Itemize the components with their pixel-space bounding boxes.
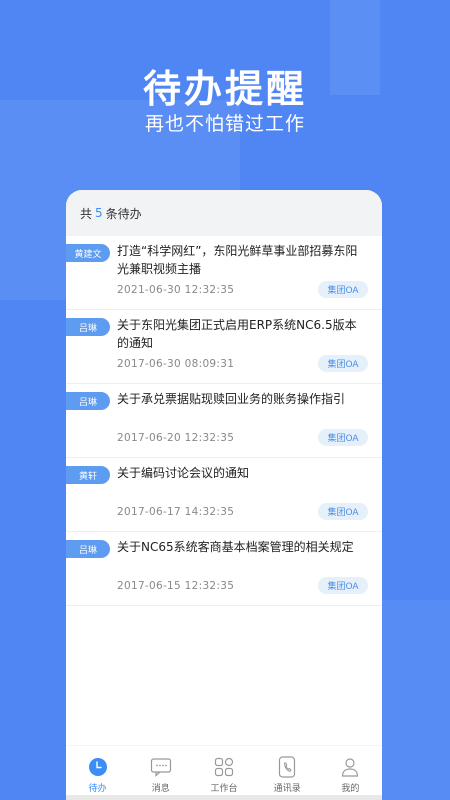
- tab-label: 工作台: [210, 784, 238, 794]
- source-badge: 集团OA: [318, 429, 368, 446]
- source-badge: 集团OA: [318, 281, 368, 298]
- todo-count-bar: 共 5 条待办: [66, 190, 382, 236]
- tab-label: 消息: [151, 784, 170, 794]
- profile-person-icon: [339, 756, 361, 778]
- todo-count: 5: [95, 206, 103, 220]
- todo-title: 关于NC65系统客商基本档案管理的相关规定: [117, 540, 354, 554]
- source-badge: 集团OA: [318, 577, 368, 594]
- todo-item[interactable]: 吕琳 关于东阳光集团正式启用ERP系统NC6.5版本的通知 2017-06-30…: [66, 310, 382, 384]
- sender-tag: 黄轩: [66, 466, 110, 484]
- todo-list: 黄建文 打造“科学网红”，东阳光鲜草事业部招募东阳光兼职视频主播 2021-06…: [66, 236, 382, 606]
- count-prefix: 共: [80, 206, 93, 221]
- todo-title: 关于编码讨论会议的通知: [117, 466, 250, 480]
- sender-tag: 吕琳: [66, 540, 110, 558]
- phone-book-icon: [276, 756, 298, 778]
- todo-date: 2021-06-30 12:32:35: [117, 284, 235, 296]
- tab-workbench[interactable]: 工作台: [192, 746, 255, 800]
- todo-item[interactable]: 黄建文 打造“科学网红”，东阳光鲜草事业部招募东阳光兼职视频主播 2021-06…: [66, 236, 382, 310]
- count-suffix: 条待办: [105, 206, 142, 221]
- todo-item[interactable]: 黄轩 关于编码讨论会议的通知 2017-06-17 14:32:35 集团OA: [66, 458, 382, 532]
- tab-label: 通讯录: [273, 784, 301, 794]
- todo-title: 关于承兑票据贴现赎回业务的账务操作指引: [117, 392, 346, 406]
- sender-tag: 黄建文: [66, 244, 110, 262]
- todo-date: 2017-06-20 12:32:35: [117, 432, 235, 444]
- todo-date: 2017-06-30 08:09:31: [117, 358, 235, 370]
- tab-message[interactable]: 消息: [129, 746, 192, 800]
- tab-label: 我的: [341, 784, 360, 794]
- sender-tag: 吕琳: [66, 392, 110, 410]
- todo-item[interactable]: 吕琳 关于承兑票据贴现赎回业务的账务操作指引 2017-06-20 12:32:…: [66, 384, 382, 458]
- phone-bottom-edge: [66, 795, 382, 800]
- tab-todo[interactable]: 待办: [66, 746, 129, 800]
- todo-title: 关于东阳光集团正式启用ERP系统NC6.5版本的通知: [117, 318, 357, 350]
- source-badge: 集团OA: [318, 355, 368, 372]
- promo-headline: 待办提醒: [142, 67, 307, 111]
- todo-title: 打造“科学网红”，东阳光鲜草事业部招募东阳光兼职视频主播: [117, 244, 358, 276]
- todo-clock-icon: [87, 756, 109, 778]
- todo-date: 2017-06-17 14:32:35: [117, 506, 235, 518]
- bottom-tab-bar: 待办 消息 工作台 通讯录 我的: [66, 745, 382, 800]
- promo-subline: 再也不怕错过工作: [144, 113, 305, 135]
- sender-tag: 吕琳: [66, 318, 110, 336]
- workbench-grid-icon: [213, 756, 235, 778]
- source-badge: 集团OA: [318, 503, 368, 520]
- todo-item[interactable]: 吕琳 关于NC65系统客商基本档案管理的相关规定 2017-06-15 12:3…: [66, 532, 382, 606]
- message-bubble-icon: [150, 756, 172, 778]
- phone-screen: 共 5 条待办 黄建文 打造“科学网红”，东阳光鲜草事业部招募东阳光兼职视频主播…: [66, 190, 382, 800]
- tab-label: 待办: [88, 784, 107, 794]
- tab-contacts[interactable]: 通讯录: [256, 746, 319, 800]
- tab-profile[interactable]: 我的: [319, 746, 382, 800]
- todo-date: 2017-06-15 12:32:35: [117, 580, 235, 592]
